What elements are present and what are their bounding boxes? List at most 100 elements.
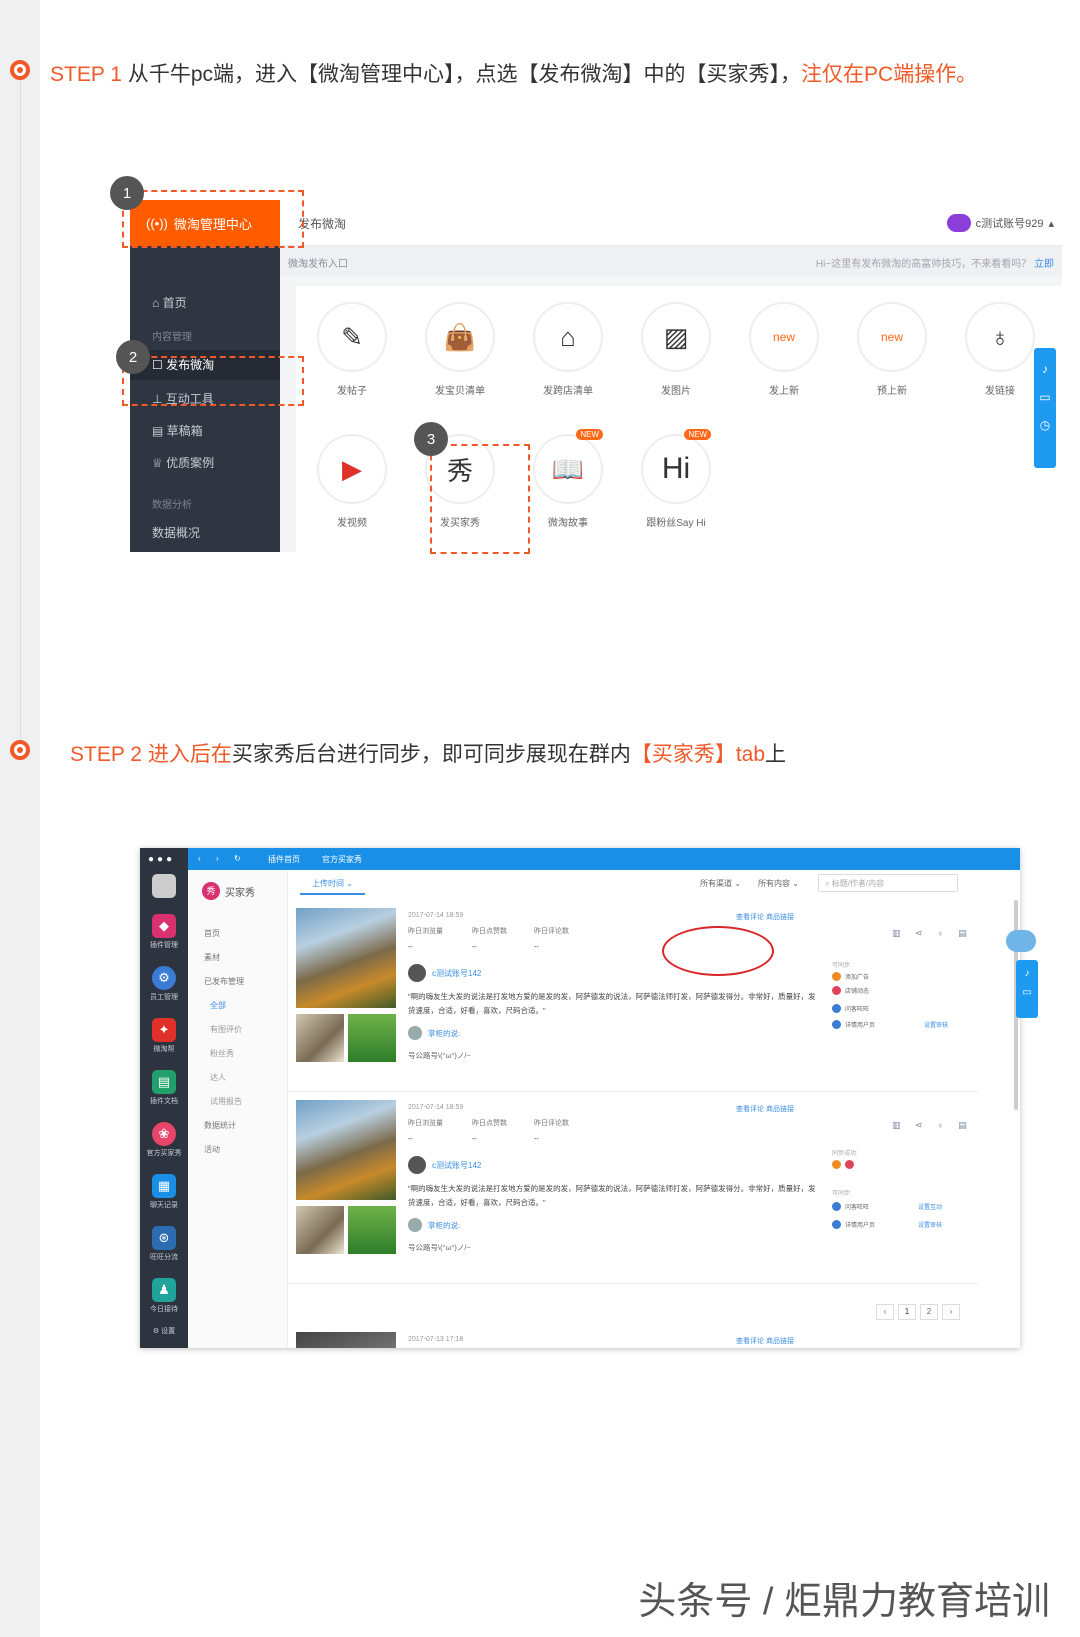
tile-link[interactable]: ♁ 发链接 [960,302,1040,397]
sync-item[interactable]: 问客旺旺 [832,1004,869,1013]
top-tab-home[interactable]: 插件首页 [268,854,300,865]
post-action-icons[interactable]: ▥ ⋖ ♁ ▤ [892,1120,973,1131]
sync-title: 可同步: [832,963,852,969]
menu-published[interactable]: 已发布管理 [204,976,244,987]
menu-fan-show[interactable]: 粉丝秀 [210,1048,234,1059]
hi-icon: Hi NEW [641,429,711,504]
stat-views: 昨日浏览量 -- [408,926,443,951]
dock-weitao[interactable]: ✦ 微淘帮 [140,1018,188,1054]
menu-activity[interactable]: 活动 [204,1144,220,1155]
sync-item-label: 店铺动态 [845,989,870,995]
post-main-image[interactable] [296,1100,396,1200]
tile-cross-store[interactable]: ⌂ 发跨店清单 [528,302,608,397]
dock-avatar[interactable] [140,874,188,898]
stat-value: -- [408,944,413,951]
dock-docs[interactable]: ▤ 插件文档 [140,1070,188,1106]
step2-suffix: 上 [765,743,787,766]
staff-icon: ⚙ [152,966,176,990]
stat-label: 昨日评论数 [534,1120,569,1127]
tab-upload-time[interactable]: 上传时间 ⌄ [300,878,365,895]
filter-content[interactable]: 所有内容 ⌄ [758,878,799,889]
post-author[interactable]: c测试账号142 [408,964,481,982]
seller-reply: 掌柜的说: [408,1218,460,1232]
tile-story[interactable]: 📖 NEW 微淘故事 [528,429,608,529]
dock-reception[interactable]: ♟ 今日接待 [140,1278,188,1314]
page-2[interactable]: 2 [920,1304,938,1320]
chat-icon: ▭ [1039,390,1051,404]
refresh-icon[interactable]: ↻ [234,854,241,863]
dock-label: 旺旺分流 [150,1254,178,1261]
page-1[interactable]: 1 [898,1304,916,1320]
menu-home[interactable]: 首页 [204,928,220,939]
post-links[interactable]: 查看评论 商品链接 [736,1104,794,1114]
window-dots-icon[interactable]: ●●● [148,854,175,865]
tile-pre-new[interactable]: new 预上新 [852,302,932,397]
menu-all[interactable]: 全部 [210,1000,226,1011]
post-thumb-image[interactable] [296,1014,344,1062]
post-thumb-image[interactable] [348,1206,396,1254]
sync-item[interactable]: 问客旺旺 [832,1202,869,1211]
post-date: 2017-07-14 18:59 [408,1104,464,1111]
sync-item[interactable]: 详情用户页 [832,1020,875,1029]
float-toolbar[interactable]: ♪ ▭ ◷ [1034,348,1056,468]
nav-drafts[interactable]: ▤ 草稿箱 [152,422,203,439]
dock-chat-log[interactable]: ▦ 聊天记录 [140,1174,188,1210]
float-toolbar-2[interactable]: ♪ ▭ [1016,960,1038,1018]
sub-tip-link[interactable]: 立即 [1034,259,1054,270]
tile-post[interactable]: ✎ 发帖子 [312,302,392,397]
post-thumb-image[interactable] [348,1014,396,1062]
tile-say-hi[interactable]: Hi NEW 跟粉丝Say Hi [636,429,716,529]
forward-icon[interactable]: › [216,854,219,863]
menu-stats[interactable]: 数据统计 [204,1120,236,1131]
video-icon: ▶ [317,434,387,504]
nav-cases[interactable]: ♕ 优质案例 [152,454,214,471]
post-links[interactable]: 查看评论 商品链接 [736,1336,794,1346]
filter-channel[interactable]: 所有渠道 ⌄ [700,878,741,889]
back-icon[interactable]: ‹ [198,854,201,863]
post-thumb-image[interactable] [296,1206,344,1254]
post-main-image[interactable] [296,908,396,1008]
menu-image-review[interactable]: 有图评价 [210,1024,242,1035]
dock-settings[interactable]: ⚙ 设置 [140,1324,188,1336]
bell-icon: ♪ [1024,968,1030,979]
tile-image[interactable]: ▨ 发图片 [636,302,716,397]
stat-label: 昨日评论数 [534,928,569,935]
callout-box-2 [122,356,304,406]
post-links[interactable]: 查看评论 商品链接 [736,912,794,922]
menu-talent[interactable]: 达人 [210,1072,226,1083]
user-menu[interactable]: c测试账号929 ▴ [946,214,1054,232]
dock-buyer-show[interactable]: ❀ 官方买家秀 [140,1122,188,1158]
tile-video[interactable]: ▶ 发视频 [312,434,392,529]
dock-plugin[interactable]: ◆ 插件管理 [140,914,188,950]
tile-item-list[interactable]: 👜 发宝贝清单 [420,302,500,397]
post-main-image[interactable] [296,1332,396,1348]
stat-views: 昨日浏览量 -- [408,1118,443,1143]
sync-dot-icon [832,1202,841,1211]
dock-label: 员工管理 [150,994,178,1001]
sync-item[interactable]: 详情用户页 [832,1220,875,1229]
sync-link[interactable]: 设置互动 [918,1202,942,1211]
chat-log-icon: ▦ [152,1174,176,1198]
sync-link[interactable]: 设置审核 [924,1020,948,1029]
avatar [408,1156,426,1174]
sync-link[interactable]: 设置审核 [918,1220,942,1229]
page-next[interactable]: › [942,1304,960,1320]
dock-staff[interactable]: ⚙ 员工管理 [140,966,188,1002]
page-prev[interactable]: ‹ [876,1304,894,1320]
sync-item[interactable]: 店铺动态 [832,986,869,995]
post-author[interactable]: c测试账号142 [408,1156,481,1174]
sync-item[interactable]: 添加广告 [832,972,869,981]
nav-overview[interactable]: 数据概况 [152,524,200,541]
tile-new[interactable]: new 发上新 [744,302,824,397]
menu-trial[interactable]: 试用报告 [210,1096,242,1107]
post-action-icons[interactable]: ▥ ⋖ ♁ ▤ [892,928,973,939]
search-input[interactable]: ⌕ 标题/作者/内容 [818,874,958,892]
tile-label: 预上新 [877,386,907,397]
post-item: 2017-07-14 18:59 昨日浏览量 -- 昨日点赞数 -- 昨日评论数 --… [288,902,978,1092]
menu-material[interactable]: 素材 [204,952,220,963]
dock-route[interactable]: ⊛ 旺旺分流 [140,1226,188,1262]
alarm-icon: new [857,302,927,372]
top-tab-buyer-show[interactable]: 官方买家秀 [322,854,362,865]
brand-name: 买家秀 [225,887,255,899]
nav-home[interactable]: ⌂ 首页 [152,294,187,311]
